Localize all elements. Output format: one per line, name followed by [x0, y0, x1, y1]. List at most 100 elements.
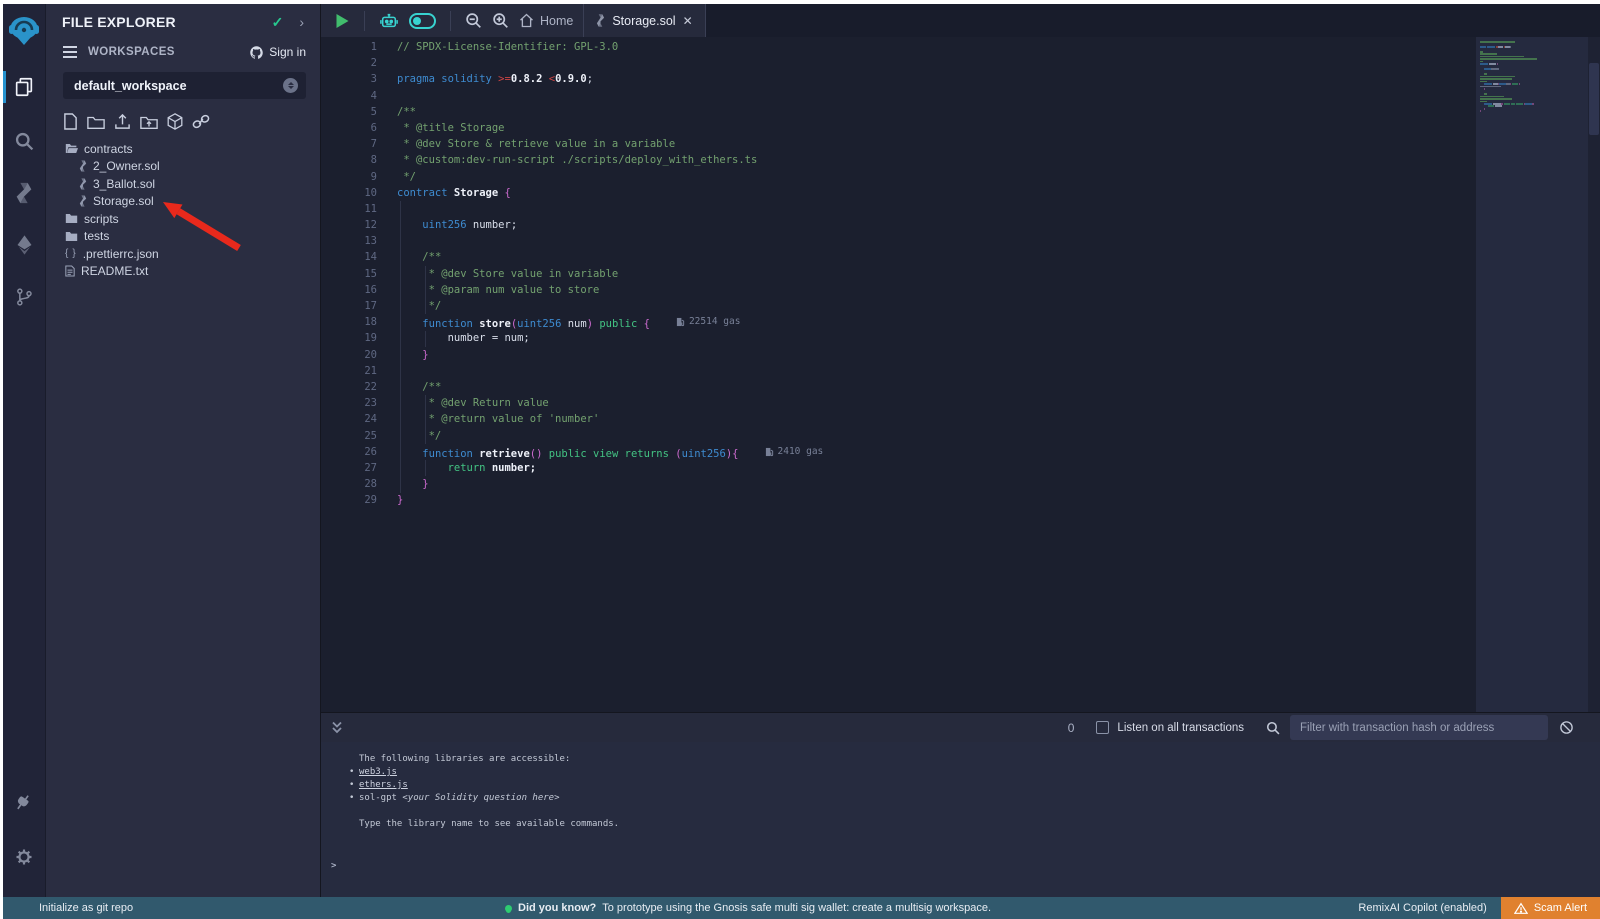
gas-estimate-badge: 2410 gas [765, 444, 824, 460]
folder-icon [65, 231, 78, 242]
tree-item-label: tests [84, 229, 109, 243]
folder-icon [65, 213, 78, 224]
terminal-link-web3.js[interactable]: web3.js [359, 767, 397, 777]
sign-in-label: Sign in [269, 45, 306, 59]
terminal-link-ethers.js[interactable]: ethers.js [359, 780, 408, 790]
new-file-icon[interactable] [63, 113, 78, 130]
home-icon [519, 13, 534, 28]
line-number: 14 [321, 249, 377, 265]
line-number: 11 [321, 201, 377, 217]
scam-alert-button[interactable]: Scam Alert [1501, 897, 1600, 919]
editor-topbar: Home Storage.sol ✕ [321, 4, 1600, 37]
code-line-24: 24 * @return value of 'number' [321, 411, 1476, 427]
tab-storage-sol[interactable]: Storage.sol ✕ [583, 4, 705, 37]
warning-triangle-icon [1514, 902, 1528, 915]
line-number: 4 [321, 88, 377, 104]
tree-item-contracts[interactable]: contracts [46, 140, 320, 158]
line-number: 29 [321, 492, 377, 508]
settings-gear-icon[interactable] [3, 837, 45, 877]
terminal-output[interactable]: The following libraries are accessible:w… [321, 742, 1600, 897]
tree-item-scripts[interactable]: scripts [46, 210, 320, 228]
line-number: 1 [321, 39, 377, 55]
terminal-prompt[interactable]: > [331, 860, 336, 873]
tree-item-label: contracts [84, 142, 133, 156]
accept-check-icon[interactable]: ✓ [272, 14, 284, 31]
minimap[interactable] [1476, 37, 1588, 712]
code-line-16: 16 * @param num value to store [321, 282, 1476, 298]
tree-item-label: Storage.sol [93, 194, 154, 208]
copilot-status[interactable]: RemixAI Copilot (enabled) [1358, 902, 1486, 914]
load-cube-icon[interactable] [167, 113, 183, 130]
remix-logo-icon[interactable] [3, 11, 45, 51]
tree-item-.prettierrc.json[interactable]: { }.prettierrc.json [46, 245, 320, 263]
code-editor[interactable]: 1// SPDX-License-Identifier: GPL-3.023pr… [321, 37, 1600, 712]
workspace-select[interactable]: default_workspace [63, 72, 306, 99]
zoom-out-icon[interactable] [465, 12, 482, 29]
tree-item-2_Owner.sol[interactable]: 2_Owner.sol [46, 158, 320, 176]
deploy-run-icon[interactable] [3, 225, 45, 265]
code-line-18: 18 function store(uint256 num) public {2… [321, 314, 1476, 330]
line-number: 12 [321, 217, 377, 233]
terminal-search-icon [1266, 721, 1280, 735]
sign-in-button[interactable]: Sign in [249, 45, 306, 60]
code-line-27: 27 return number; [321, 460, 1476, 476]
workspaces-label: WORKSPACES [88, 46, 249, 58]
solidity-compiler-icon[interactable] [3, 173, 45, 213]
code-line-2: 2 [321, 55, 1476, 71]
json-icon: { } [65, 248, 77, 259]
home-button[interactable]: Home [519, 13, 573, 28]
code-line-12: 12 uint256 number; [321, 217, 1476, 233]
gas-estimate-badge: 22514 gas [676, 314, 740, 330]
line-number: 8 [321, 152, 377, 168]
line-number: 25 [321, 428, 377, 444]
search-icon[interactable] [3, 121, 45, 161]
ai-copilot-robot-icon[interactable] [379, 12, 399, 30]
chevron-right-icon[interactable]: › [299, 14, 304, 30]
line-number: 19 [321, 330, 377, 346]
link-icon[interactable] [192, 114, 210, 129]
run-play-button[interactable] [335, 13, 350, 29]
listen-checkbox[interactable] [1096, 721, 1109, 734]
listen-all-transactions[interactable]: Listen on all transactions [1096, 721, 1244, 734]
line-number: 28 [321, 476, 377, 492]
scam-alert-label: Scam Alert [1534, 902, 1587, 914]
code-line-21: 21 [321, 363, 1476, 379]
did-you-know-tip: Did you know? To prototype using the Gno… [505, 902, 991, 914]
zoom-in-icon[interactable] [492, 12, 509, 29]
upload-folder-icon[interactable] [140, 114, 158, 130]
code-line-4: 4 [321, 88, 1476, 104]
new-folder-icon[interactable] [87, 114, 105, 130]
transaction-count: 0 [1068, 721, 1075, 735]
editor-scrollbar[interactable] [1588, 37, 1600, 712]
terminal-line: The following libraries are accessible: [359, 753, 1600, 766]
workspaces-menu-icon[interactable] [62, 45, 78, 59]
git-icon[interactable] [3, 277, 45, 317]
home-label: Home [540, 14, 573, 28]
tip-body: To prototype using the Gnosis safe multi… [602, 902, 991, 914]
tree-item-label: README.txt [81, 264, 148, 278]
tree-item-README.txt[interactable]: README.txt [46, 263, 320, 281]
code-line-6: 6 * @title Storage [321, 120, 1476, 136]
listen-label: Listen on all transactions [1117, 722, 1244, 734]
file-explorer-icon[interactable] [3, 67, 45, 107]
transaction-filter-input[interactable] [1290, 715, 1548, 740]
git-init-button[interactable]: Initialize as git repo [39, 902, 133, 914]
upload-file-icon[interactable] [114, 113, 131, 130]
tree-item-Storage.sol[interactable]: Storage.sol [46, 193, 320, 211]
lightbulb-icon [505, 905, 512, 912]
clear-console-icon[interactable] [1559, 720, 1574, 735]
plugin-manager-icon[interactable] [3, 783, 45, 823]
code-line-7: 7 * @dev Store & retrieve value in a var… [321, 136, 1476, 152]
ai-copilot-toggle[interactable] [409, 13, 436, 29]
line-number: 18 [321, 314, 377, 330]
solidity-icon [79, 178, 87, 190]
code-line-5: 5/** [321, 104, 1476, 120]
line-number: 23 [321, 395, 377, 411]
tree-item-tests[interactable]: tests [46, 228, 320, 246]
code-line-26: 26 function retrieve() public view retur… [321, 444, 1476, 460]
terminal-collapse-icon[interactable] [331, 721, 343, 734]
line-number: 3 [321, 71, 377, 87]
tab-close-icon[interactable]: ✕ [683, 14, 693, 28]
workspace-selected-value: default_workspace [74, 79, 283, 93]
tree-item-3_Ballot.sol[interactable]: 3_Ballot.sol [46, 175, 320, 193]
